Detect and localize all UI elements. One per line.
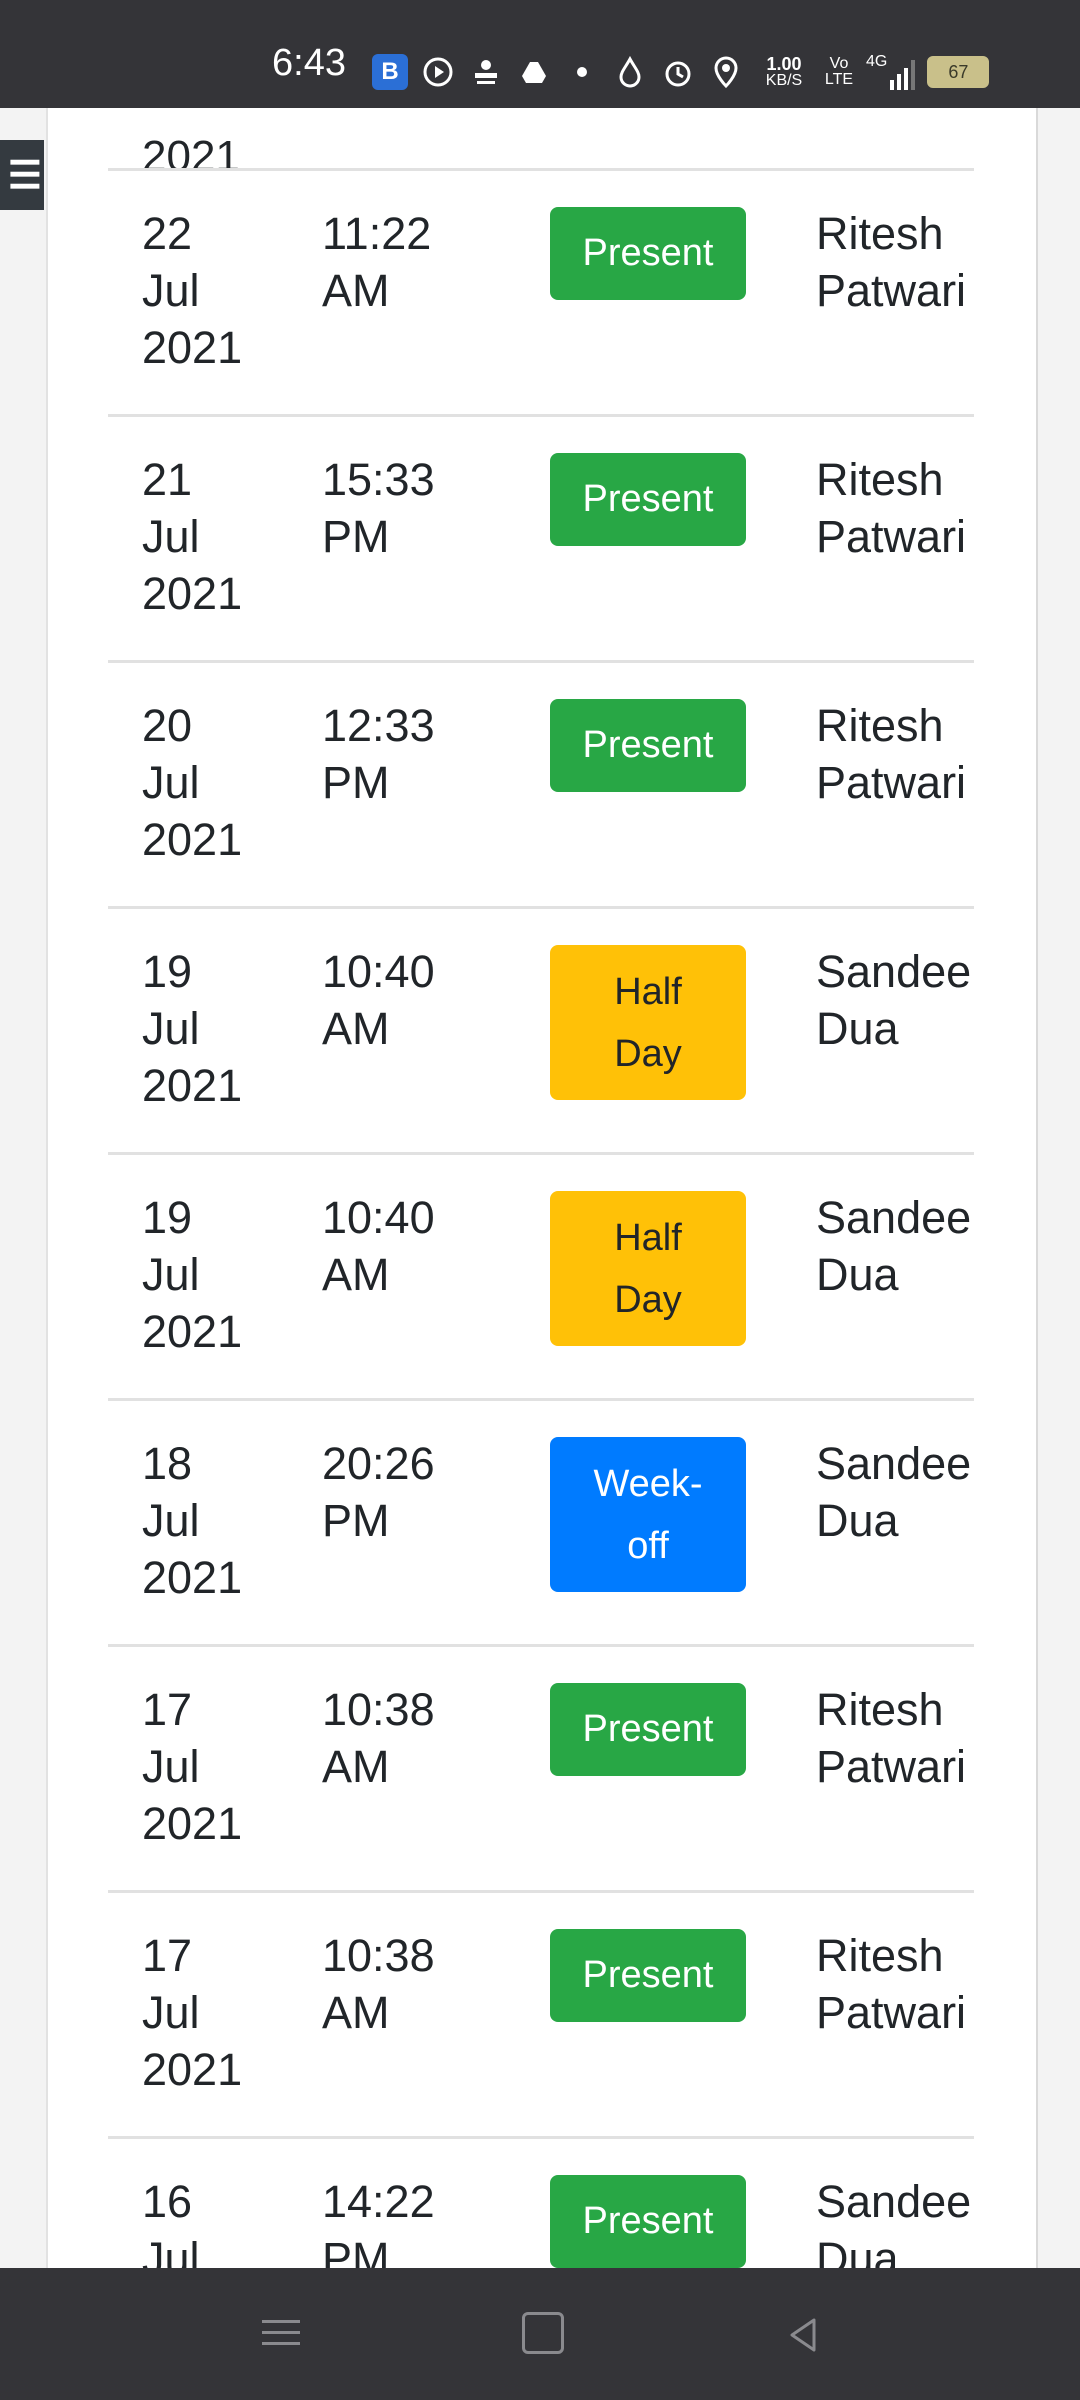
table-row: 22 Jul 2021 11:22 AM Present Ritesh Patw… bbox=[108, 171, 974, 417]
cell-date: 19 Jul 2021 bbox=[142, 946, 243, 1111]
app-b-icon: B bbox=[372, 54, 408, 90]
location-icon bbox=[708, 54, 744, 90]
network-speed: 1.00 KB/S bbox=[765, 54, 803, 89]
cell-date: 19 Jul 2021 bbox=[142, 1192, 243, 1357]
cell-time: 20:26 PM bbox=[322, 1438, 435, 1546]
status-badge: Present bbox=[550, 207, 746, 300]
status-badge: Present bbox=[550, 2175, 746, 2268]
status-badge: Week-off bbox=[550, 1437, 746, 1592]
status-icons: B 1.00 KB/S Vo LTE 4G 67 bbox=[372, 50, 990, 94]
table-row: 21 Jul 2021 15:33 PM Present Ritesh Patw… bbox=[108, 417, 974, 663]
cell-time: 11:22 AM bbox=[322, 208, 432, 316]
cell-employee-name: Sandeep Dua bbox=[816, 2176, 974, 2268]
status-badge: Present bbox=[550, 1929, 746, 2022]
cell-employee-name: Ritesh Patwari bbox=[816, 208, 967, 316]
water-drop-icon bbox=[612, 54, 648, 90]
signal-icon: 4G bbox=[866, 54, 916, 90]
table-row: 20 Jul 2021 12:33 PM Present Ritesh Patw… bbox=[108, 663, 974, 909]
status-badge: Half Day bbox=[550, 945, 746, 1100]
clock: 6:43 bbox=[272, 42, 346, 84]
cell-time: 10:38 AM bbox=[322, 1930, 435, 2038]
cell-employee-name: Sandeep Dua bbox=[816, 1192, 974, 1300]
cell-time: 10:38 AM bbox=[322, 1684, 435, 1792]
cell-date: 17 Jul 2021 bbox=[142, 1930, 243, 2095]
battery-icon: 67 bbox=[927, 56, 990, 88]
table-row: 17 Jul 2021 10:38 AM Present Ritesh Patw… bbox=[108, 1647, 974, 1893]
dot-icon bbox=[564, 54, 600, 90]
attendance-table: 2021 22 Jul 2021 11:22 AM Present Ritesh… bbox=[108, 108, 974, 2268]
drive-icon bbox=[516, 54, 552, 90]
hamburger-menu-icon: ☰ bbox=[7, 154, 42, 197]
table-row: 18 Jul 2021 20:26 PM Week-off Sandeep Du… bbox=[108, 1401, 974, 1647]
back-button[interactable] bbox=[780, 2312, 826, 2358]
home-button[interactable] bbox=[522, 2312, 564, 2354]
table-row: 2021 bbox=[108, 108, 974, 171]
status-bar: 6:43 B 1.00 KB/S Vo LTE 4G 67 bbox=[0, 0, 1080, 108]
cell-employee-name: Sandeep Dua bbox=[816, 1438, 974, 1546]
cell-time: 12:33 PM bbox=[322, 700, 435, 808]
cell-date: 16 Jul 2021 bbox=[142, 2176, 200, 2268]
cell-employee-name: Sandeep Dua bbox=[816, 946, 974, 1054]
cell-date: 18 Jul 2021 bbox=[142, 1438, 243, 1603]
news-app-icon bbox=[468, 54, 504, 90]
cell-date: 21 Jul 2021 bbox=[142, 454, 243, 619]
table-row: 19 Jul 2021 10:40 AM HalfDay Sandeep Dua bbox=[108, 1155, 974, 1401]
status-badge: Present bbox=[550, 699, 746, 792]
cell-employee-name: Ritesh Patwari bbox=[816, 700, 967, 808]
navigation-bar bbox=[0, 2268, 1080, 2400]
status-badge: Present bbox=[550, 1683, 746, 1776]
table-row: 16 Jul 2021 14:22 PM Present Sandeep Dua bbox=[108, 2139, 974, 2268]
cell-employee-name: Ritesh Patwari bbox=[816, 454, 967, 562]
cell-date: 2021 bbox=[142, 132, 240, 171]
sidebar-toggle[interactable]: ☰ bbox=[0, 140, 44, 210]
status-badge: Half Day bbox=[550, 1191, 746, 1346]
cell-time: 10:40 AM bbox=[322, 1192, 435, 1300]
cell-time: 15:33 PM bbox=[322, 454, 435, 562]
table-row: 19 Jul 2021 10:40 AM HalfDay Sandeep Dua bbox=[108, 909, 974, 1155]
cell-date: 20 Jul 2021 bbox=[142, 700, 243, 865]
cell-time: 14:22 PM bbox=[322, 2176, 435, 2268]
attendance-card: 2021 22 Jul 2021 11:22 AM Present Ritesh… bbox=[46, 108, 1038, 2268]
alarm-icon bbox=[660, 54, 696, 90]
recent-apps-button[interactable] bbox=[262, 2312, 308, 2358]
cell-employee-name: Ritesh Patwari bbox=[816, 1930, 967, 2038]
volte-indicator: Vo LTE bbox=[824, 55, 854, 88]
cell-date: 17 Jul 2021 bbox=[142, 1684, 243, 1849]
status-badge: Present bbox=[550, 453, 746, 546]
play-icon bbox=[420, 54, 456, 90]
cell-date: 22 Jul 2021 bbox=[142, 208, 243, 373]
table-row: 17 Jul 2021 10:38 AM Present Ritesh Patw… bbox=[108, 1893, 974, 2139]
cell-time: 10:40 AM bbox=[322, 946, 435, 1054]
cell-employee-name: Ritesh Patwari bbox=[816, 1684, 967, 1792]
